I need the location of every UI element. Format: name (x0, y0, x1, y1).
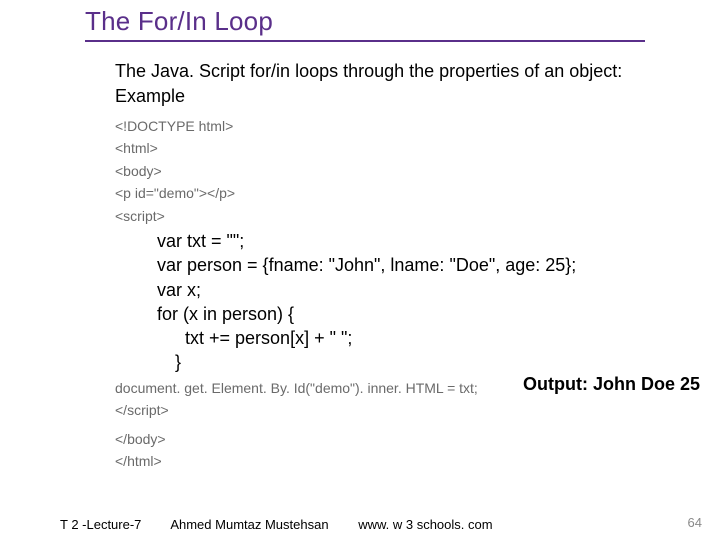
code-body: var txt = ""; var person = {fname: "John… (157, 229, 700, 375)
code-line: <script> (115, 205, 700, 227)
slide-title: The For/In Loop (85, 6, 273, 37)
title-underline (85, 40, 645, 42)
page-number: 64 (688, 515, 702, 530)
code-line: var person = {fname: "John", lname: "Doe… (157, 253, 700, 277)
code-line: } (175, 350, 700, 374)
content-block: The Java. Script for/in loops through th… (115, 60, 700, 472)
code-line: for (x in person) { (157, 302, 700, 326)
output-row: document. get. Element. By. Id("demo"). … (115, 377, 700, 399)
code-line: </html> (115, 450, 700, 472)
code-line: txt += person[x] + " "; (185, 326, 700, 350)
code-line: var txt = ""; (157, 229, 700, 253)
code-line: <!DOCTYPE html> (115, 115, 700, 137)
output-label: Output: John Doe 25 (523, 374, 700, 395)
code-line: </script> (115, 399, 700, 421)
slide: The For/In Loop The Java. Script for/in … (0, 0, 720, 540)
code-line: </body> (115, 428, 700, 450)
code-line: <html> (115, 137, 700, 159)
example-label: Example (115, 85, 700, 108)
footer-lecture: T 2 -Lecture-7 (60, 517, 141, 532)
footer: T 2 -Lecture-7 Ahmed Mumtaz Mustehsan ww… (60, 517, 519, 532)
code-line: var x; (157, 278, 700, 302)
footer-author: Ahmed Mumtaz Mustehsan (170, 517, 328, 532)
intro-text: The Java. Script for/in loops through th… (115, 60, 700, 83)
code-line: <body> (115, 160, 700, 182)
code-line: <p id="demo"></p> (115, 182, 700, 204)
footer-site: www. w 3 schools. com (358, 517, 492, 532)
